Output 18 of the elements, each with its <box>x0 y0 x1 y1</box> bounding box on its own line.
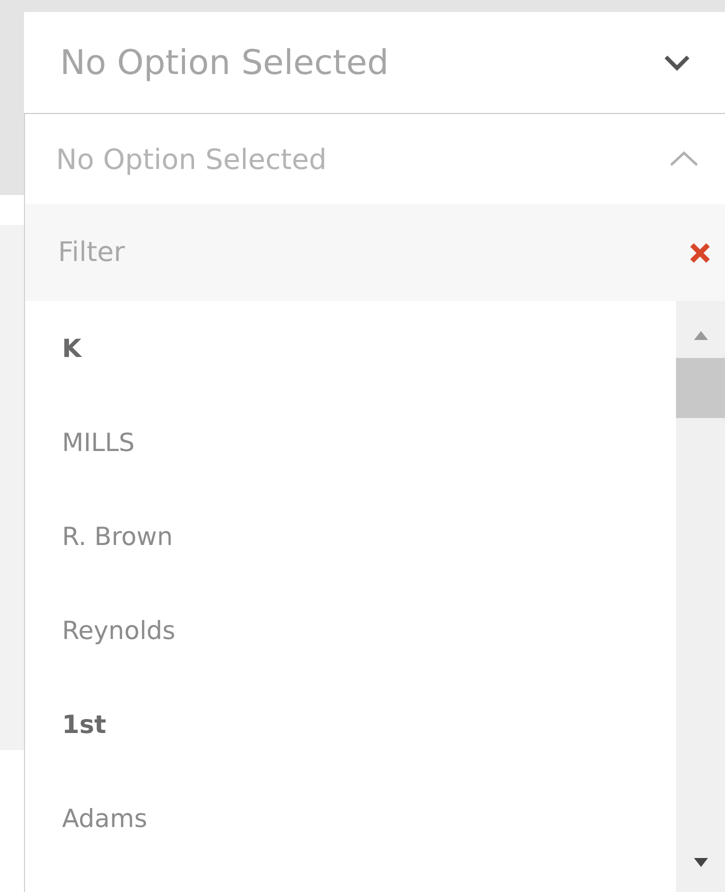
option-item[interactable]: MILLS <box>25 395 676 489</box>
select-value: No Option Selected <box>60 42 389 82</box>
filter-bar[interactable]: Filter <box>25 204 725 301</box>
group-header: 1st <box>61 708 108 740</box>
scroll-down-icon[interactable] <box>694 858 708 867</box>
chevron-down-icon <box>663 54 691 72</box>
option-item[interactable]: R. Brown <box>25 489 676 583</box>
scroll-up-icon[interactable] <box>694 331 708 340</box>
close-icon[interactable] <box>689 242 711 264</box>
filter-field[interactable]: Filter <box>56 236 689 269</box>
dropdown-header: No Option Selected <box>56 142 327 176</box>
option-item[interactable]: Reynolds <box>25 583 676 677</box>
group-header: K <box>61 332 83 364</box>
option-item[interactable]: Adams <box>25 771 676 865</box>
scrollbar[interactable] <box>676 301 725 892</box>
scroll-thumb[interactable] <box>676 358 725 418</box>
select-field[interactable]: No Option Selected <box>24 12 725 114</box>
chevron-up-icon[interactable] <box>669 151 699 167</box>
